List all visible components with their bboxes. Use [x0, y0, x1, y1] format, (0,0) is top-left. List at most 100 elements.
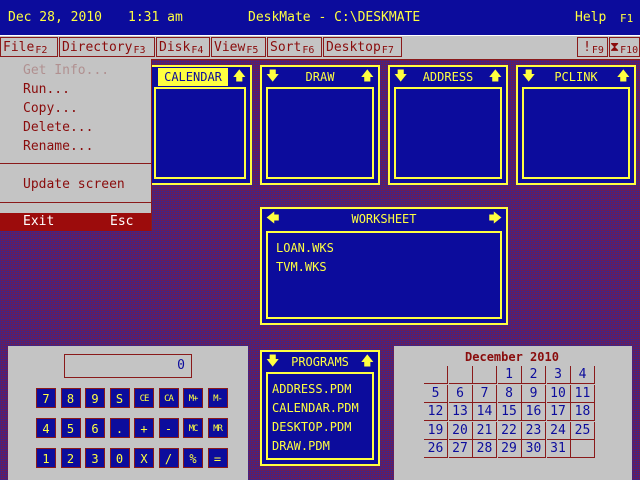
arrow-right-icon[interactable]: 🡆	[489, 210, 502, 228]
calc-key[interactable]: 1	[36, 448, 56, 468]
calendar-day[interactable]: 12	[424, 403, 448, 421]
calendar-day[interactable]: 17	[546, 403, 571, 421]
arrow-up-icon[interactable]: 🡅	[489, 68, 502, 86]
calc-key[interactable]: 8	[60, 388, 81, 408]
calc-key[interactable]: 7	[36, 388, 56, 408]
file-menu-dropdown: Get Info... Run... Copy... Delete... Ren…	[0, 59, 152, 231]
menu-desktop[interactable]: DesktopF7	[323, 37, 402, 57]
calendar-day[interactable]: 14	[473, 403, 497, 421]
arrow-up-icon[interactable]: 🡅	[617, 68, 630, 86]
calendar-day[interactable]: 22	[497, 421, 522, 440]
calc-key[interactable]: MC	[183, 418, 203, 438]
menu-hourglass[interactable]: ⧗F10	[609, 37, 640, 57]
calendar-day[interactable]: 11	[571, 384, 595, 403]
menu-file[interactable]: FileF2	[0, 37, 58, 57]
menu-directory-key: F3	[133, 45, 146, 56]
calendar-day[interactable]: 29	[497, 440, 522, 458]
calc-key[interactable]: %	[183, 448, 203, 468]
panel-programs-body: ADDRESS.PDM CALENDAR.PDM DESKTOP.PDM DRA…	[266, 372, 374, 460]
calendar-day[interactable]: 10	[546, 384, 571, 403]
calc-key[interactable]: M-	[207, 388, 228, 408]
menu-sort[interactable]: SortF6	[267, 37, 322, 57]
menu-item-update-screen[interactable]: Update screen	[23, 177, 125, 192]
panel-draw[interactable]: 🡇 DRAW 🡅	[260, 65, 380, 185]
file-item[interactable]: DRAW.PDM	[272, 439, 330, 453]
arrow-up-icon[interactable]: 🡅	[361, 353, 374, 371]
file-item[interactable]: ADDRESS.PDM	[272, 382, 351, 396]
menu-view[interactable]: ViewF5	[211, 37, 266, 57]
calc-key[interactable]: +	[134, 418, 154, 438]
arrow-up-icon[interactable]: 🡅	[233, 68, 246, 86]
panel-address-body	[394, 87, 502, 179]
calc-key[interactable]: 6	[85, 418, 105, 438]
calendar-day[interactable]: 4	[571, 366, 595, 384]
panel-worksheet[interactable]: 🡄 WORKSHEET 🡆 LOAN.WKS TVM.WKS	[260, 207, 508, 325]
calendar-day[interactable]: 13	[448, 403, 473, 421]
calendar-day[interactable]: 8	[497, 384, 522, 403]
menu-item-get-info[interactable]: Get Info...	[23, 63, 109, 78]
calc-key[interactable]: 2	[60, 448, 81, 468]
calendar-day[interactable]: 24	[546, 421, 571, 440]
exit-key: Esc	[110, 214, 134, 229]
menu-directory[interactable]: DirectoryF3	[59, 37, 155, 57]
calendar-day[interactable]: 25	[571, 421, 595, 440]
file-item[interactable]: CALENDAR.PDM	[272, 401, 359, 415]
calendar-day[interactable]: 18	[571, 403, 595, 421]
calendar-day[interactable]: 2	[522, 366, 546, 384]
calc-key[interactable]: 3	[85, 448, 105, 468]
calendar-day[interactable]: 31	[546, 440, 571, 458]
calendar-day[interactable]: 27	[448, 440, 473, 458]
calendar-day[interactable]: 28	[473, 440, 497, 458]
calendar-day[interactable]: 1	[497, 366, 522, 384]
calendar-day[interactable]: 20	[448, 421, 473, 440]
menu-disk-label: Disk	[159, 40, 191, 55]
calendar-day[interactable]: 5	[424, 384, 448, 403]
calc-key[interactable]: 5	[60, 418, 81, 438]
arrow-up-icon[interactable]: 🡅	[361, 68, 374, 86]
calc-key[interactable]: 4	[36, 418, 56, 438]
menu-item-run[interactable]: Run...	[23, 82, 70, 97]
menu-divider	[0, 202, 151, 203]
calendar-day[interactable]: 16	[522, 403, 546, 421]
menu-exclaim[interactable]: !F9	[577, 37, 608, 57]
menu-disk[interactable]: DiskF4	[156, 37, 210, 57]
calendar-day[interactable]: 7	[473, 384, 497, 403]
calc-key[interactable]: 0	[109, 448, 130, 468]
file-item[interactable]: LOAN.WKS	[276, 241, 334, 255]
calc-key[interactable]: .	[109, 418, 130, 438]
calendar-day[interactable]: 6	[448, 384, 473, 403]
menu-item-exit[interactable]: Exit Esc	[0, 213, 151, 231]
calendar-day[interactable]: 9	[522, 384, 546, 403]
calc-key[interactable]: S	[109, 388, 130, 408]
calendar-day[interactable]: 26	[424, 440, 448, 458]
calendar-day[interactable]: 30	[522, 440, 546, 458]
panel-calendar[interactable]: CALENDAR 🡅	[148, 65, 252, 185]
calendar-day[interactable]: 3	[546, 366, 571, 384]
menu-item-copy[interactable]: Copy...	[23, 101, 78, 116]
calc-key[interactable]: /	[158, 448, 179, 468]
menu-sort-label: Sort	[270, 40, 302, 55]
calc-key[interactable]: MR	[207, 418, 228, 438]
menu-item-rename[interactable]: Rename...	[23, 139, 93, 154]
calendar-day[interactable]: 23	[522, 421, 546, 440]
menu-item-delete[interactable]: Delete...	[23, 120, 93, 135]
calc-key[interactable]: -	[158, 418, 179, 438]
file-item[interactable]: DESKTOP.PDM	[272, 420, 351, 434]
help-label[interactable]: Help	[575, 10, 606, 25]
calc-key[interactable]: CA	[158, 388, 179, 408]
panel-address[interactable]: 🡇 ADDRESS 🡅	[388, 65, 508, 185]
panel-pclink[interactable]: 🡇 PCLINK 🡅	[516, 65, 636, 185]
calendar-day[interactable]: 15	[497, 403, 522, 421]
calendar-day[interactable]: 19	[424, 421, 448, 440]
file-item[interactable]: TVM.WKS	[276, 260, 327, 274]
panel-programs[interactable]: 🡇 PROGRAMS 🡅 ADDRESS.PDM CALENDAR.PDM DE…	[260, 350, 380, 466]
calc-key[interactable]: 9	[85, 388, 105, 408]
panel-worksheet-body: LOAN.WKS TVM.WKS	[266, 231, 502, 319]
calc-key[interactable]: CE	[134, 388, 154, 408]
window-title: DeskMate - C:\DESKMATE	[248, 10, 421, 25]
calc-key[interactable]: =	[207, 448, 228, 468]
calendar-day[interactable]: 21	[473, 421, 497, 440]
calc-key[interactable]: X	[134, 448, 154, 468]
calc-key[interactable]: M+	[183, 388, 203, 408]
menu-view-label: View	[214, 40, 246, 55]
